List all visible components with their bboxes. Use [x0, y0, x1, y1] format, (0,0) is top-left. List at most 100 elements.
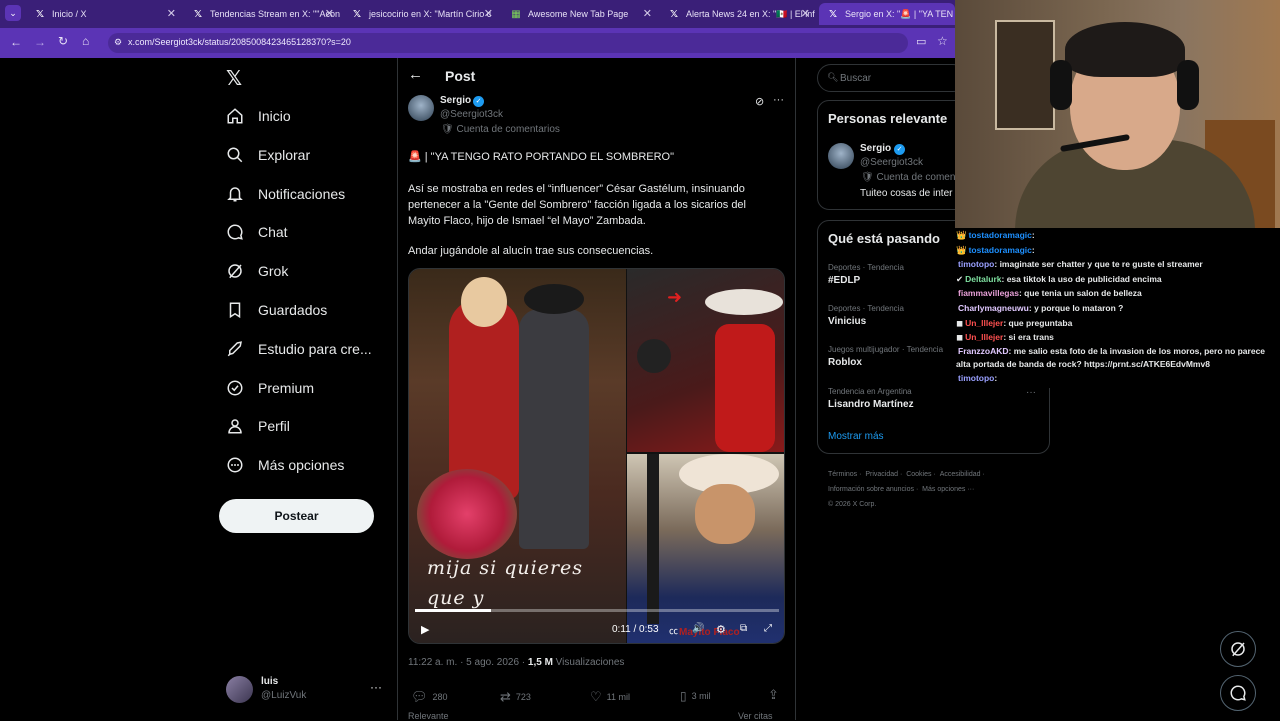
messages-floating-button[interactable]	[1220, 675, 1256, 711]
share-icon[interactable]: ⇪	[768, 687, 779, 703]
nav-item-grok[interactable]: Grok	[225, 256, 288, 286]
forward-icon[interactable]: →	[34, 35, 46, 49]
browser-tab-4[interactable]: ▦ Awesome New Tab Page ✕	[502, 3, 658, 25]
fullscreen-icon[interactable]: ⤢	[764, 623, 772, 634]
footer-link[interactable]: Más opciones ···	[922, 486, 974, 493]
chat-username[interactable]: Deltalurk	[965, 274, 1001, 284]
chat-username[interactable]: tostadoramagic	[969, 245, 1032, 255]
footer-link[interactable]: Cookies	[906, 471, 931, 478]
footer-link[interactable]: Accesibilidad	[940, 471, 981, 478]
author-name[interactable]: Sergio	[440, 95, 471, 106]
x-logo-icon[interactable]: 𝕏	[226, 66, 242, 91]
trend-item[interactable]: Tendencia en Argentina Lisandro Martínez	[828, 387, 1038, 410]
nav-item-inicio[interactable]: Inicio	[225, 101, 291, 131]
person-name[interactable]: Sergio	[860, 143, 891, 154]
reload-icon[interactable]: ↻	[58, 34, 68, 48]
close-icon[interactable]: ✕	[643, 7, 652, 20]
nav-item-perfil[interactable]: Perfil	[225, 411, 290, 441]
chat-username[interactable]: Un_lllejer	[965, 332, 1003, 342]
pip-icon[interactable]: ⧉	[740, 623, 747, 634]
video-progress-track[interactable]	[415, 609, 779, 612]
more-icon[interactable]: ···	[370, 680, 382, 694]
nav-item-estudio[interactable]: Estudio para cre...	[225, 334, 372, 364]
chat-username[interactable]: Un_lllejer	[965, 318, 1003, 328]
close-icon[interactable]: ✕	[167, 7, 176, 20]
account-switcher[interactable]: luis @LuizVuk ···	[226, 674, 386, 706]
home-icon	[225, 106, 245, 126]
site-info-icon[interactable]: ⚙	[114, 37, 122, 48]
chat-message: timotopo: imaginate ser chatter y que te…	[955, 257, 1280, 272]
like-button[interactable]: ♡ 11 mil	[590, 689, 630, 705]
account-handle: @LuizVuk	[261, 690, 307, 701]
grid-icon: ▦	[511, 8, 521, 20]
home-icon[interactable]: ⌂	[82, 34, 89, 48]
chat-username[interactable]: FranzzoAKD	[958, 346, 1009, 356]
chat-badge-icon: 👑	[956, 244, 967, 255]
browser-tab-1[interactable]: 𝕏 Inicio / X ✕	[26, 3, 182, 25]
repost-icon: ⇄	[500, 689, 511, 704]
footer-link[interactable]: Términos	[828, 471, 857, 478]
chat-text: que preguntaba	[1008, 317, 1073, 328]
reply-button[interactable]: 💬︎ 280	[411, 689, 448, 705]
webcam-overlay	[955, 0, 1280, 228]
avatar[interactable]	[828, 143, 854, 169]
post-button[interactable]: Postear	[219, 499, 374, 533]
red-arrow-icon: ➜	[667, 287, 683, 307]
author-handle[interactable]: @Seergiot3ck	[440, 109, 503, 120]
search-input[interactable]: 🔍︎ Buscar	[817, 64, 967, 92]
nav-label: Notificaciones	[258, 186, 346, 202]
tab-list-button[interactable]: ⌄	[5, 5, 21, 21]
chat-username[interactable]: timotopo	[958, 259, 994, 269]
chat-username[interactable]: timotopo	[958, 373, 994, 383]
nav-item-notificaciones[interactable]: Notificaciones	[225, 179, 345, 209]
chat-text: que tenia un salon de belleza	[1024, 288, 1142, 299]
bookmark-count: 3 mil	[691, 691, 711, 701]
more-circle-icon	[225, 455, 245, 475]
nav-item-explorar[interactable]: Explorar	[225, 140, 310, 170]
nav-item-chat[interactable]: Chat	[225, 217, 288, 247]
volume-icon[interactable]: 🔊	[692, 623, 704, 634]
browser-tab-2[interactable]: 𝕏 Tendencias Stream en X: ""Acon ✕	[184, 3, 340, 25]
show-more-link[interactable]: Mostrar más	[828, 431, 884, 442]
chat-separator: :	[994, 372, 998, 383]
cast-icon[interactable]: ▭	[916, 35, 926, 48]
page-title: Post	[445, 68, 476, 84]
grok-floating-button[interactable]	[1220, 631, 1256, 667]
author-avatar[interactable]	[408, 95, 434, 121]
post-timestamp[interactable]: 11:22 a. m. · 5 ago. 2026 ·	[408, 657, 528, 668]
back-arrow-icon[interactable]: ←	[408, 66, 423, 83]
search-icon	[225, 145, 245, 165]
chat-username[interactable]: Charlymagneuwu	[958, 303, 1029, 313]
more-icon[interactable]: ···	[1026, 387, 1036, 398]
play-icon[interactable]: ▶	[421, 623, 429, 636]
close-icon[interactable]: ✕	[484, 7, 493, 20]
chat-message: ◼ Un_lllejer: si era trans	[955, 330, 1280, 345]
nav-item-premium[interactable]: Premium	[225, 373, 314, 403]
more-icon[interactable]: ···	[773, 94, 784, 106]
browser-tab-3[interactable]: 𝕏jesicocirio en X: "Martín Cirio c ✕	[343, 3, 499, 25]
star-icon[interactable]: ☆	[937, 34, 948, 48]
chat-username[interactable]: fiammavillegas	[958, 288, 1019, 298]
browser-tab-6-active[interactable]: 𝕏 Sergio en X: "🚨 | "YA TEN	[819, 3, 955, 25]
url-field[interactable]: ⚙ x.com/Seergiot3ck/status/20850084234651…	[108, 33, 908, 53]
nav-item-mas-opciones[interactable]: Más opciones	[225, 450, 344, 480]
nav-item-guardados[interactable]: Guardados	[225, 295, 327, 325]
trend-name: Lisandro Martínez	[828, 399, 914, 410]
footer-link[interactable]: Información sobre anuncios	[828, 486, 914, 493]
chat-username[interactable]: tostadoramagic	[969, 230, 1032, 240]
footer-link[interactable]: Privacidad	[865, 471, 898, 478]
grok-icon	[225, 261, 245, 281]
x-logo-icon: 𝕏	[193, 8, 203, 20]
close-icon[interactable]: ✕	[325, 7, 334, 20]
browser-tab-5[interactable]: 𝕏 Alerta News 24 en X: "🇲🇽 | El inf ✕	[660, 3, 816, 25]
bookmark-icon	[225, 300, 245, 320]
captions-icon[interactable]: ㏄	[669, 624, 678, 637]
close-icon[interactable]: ✕	[801, 7, 810, 20]
settings-icon[interactable]: ⚙	[716, 623, 726, 636]
grok-icon[interactable]: ⊘	[755, 95, 764, 108]
video-player[interactable]: ➜ mija si quieres que y ▶ Mayito Flaco 0…	[408, 268, 785, 644]
bookmark-button[interactable]: ▯ 3 mil	[680, 689, 711, 703]
verified-badge-icon: ✓	[894, 144, 905, 155]
back-icon[interactable]: ←	[10, 35, 22, 49]
repost-button[interactable]: ⇄ 723	[500, 689, 531, 705]
